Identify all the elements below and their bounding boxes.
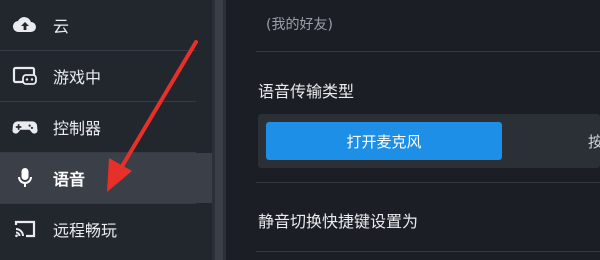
mute-shortcut-title: 静音切换快捷键设置为 xyxy=(258,212,419,231)
sidebar-item-in-game[interactable]: 游戏中 xyxy=(0,51,212,101)
friends-hint: (我的好友) xyxy=(266,17,333,33)
divider xyxy=(256,251,600,252)
controller-icon xyxy=(12,114,38,140)
sidebar-item-controller[interactable]: 控制器 xyxy=(0,102,212,152)
sidebar-item-label: 云 xyxy=(53,17,70,36)
sidebar: 云 游戏中 控制器 语音 远程畅玩 xyxy=(0,0,212,260)
sidebar-item-label: 游戏中 xyxy=(53,68,102,87)
open-mic-option[interactable]: 打开麦克风 xyxy=(266,122,502,160)
remote-play-icon xyxy=(12,216,38,242)
sidebar-item-remote-play[interactable]: 远程畅玩 xyxy=(0,204,212,254)
microphone-icon xyxy=(12,165,38,191)
push-to-talk-option[interactable]: 按 xyxy=(588,131,600,152)
sidebar-item-label: 远程畅玩 xyxy=(53,221,118,240)
in-game-icon xyxy=(12,63,38,89)
voice-transmission-selector: 打开麦克风 按 xyxy=(258,114,600,168)
voice-settings-panel: (我的好友) 语音传输类型 打开麦克风 按 静音切换快捷键设置为 xyxy=(226,0,600,260)
sidebar-scrollbar[interactable] xyxy=(212,0,226,260)
voice-transmission-title: 语音传输类型 xyxy=(258,82,355,101)
sidebar-item-label: 控制器 xyxy=(53,119,102,138)
divider xyxy=(256,51,600,52)
scrollbar-thumb[interactable] xyxy=(215,0,223,260)
sidebar-item-label: 语音 xyxy=(53,170,86,189)
sidebar-item-cloud[interactable]: 云 xyxy=(0,0,212,50)
divider xyxy=(256,182,600,183)
sidebar-item-voice[interactable]: 语音 xyxy=(0,153,212,203)
cloud-upload-icon xyxy=(12,12,38,38)
